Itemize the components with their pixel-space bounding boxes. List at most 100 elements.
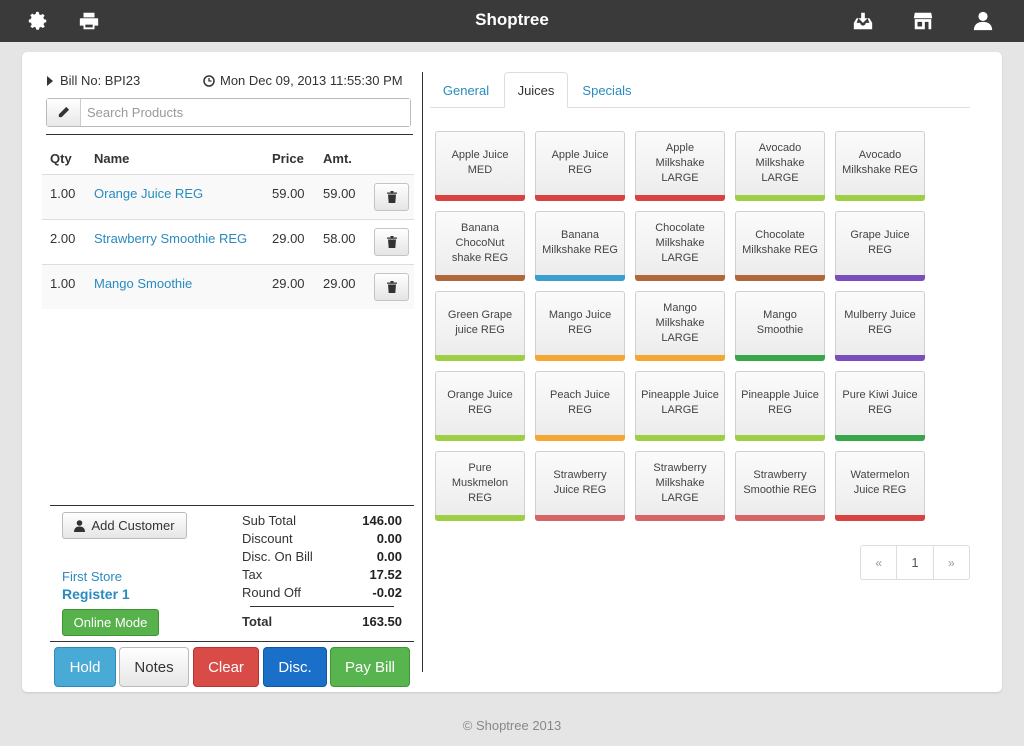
row-name[interactable]: Strawberry Smoothie REG	[94, 231, 247, 246]
product-tile[interactable]: Green Grape juice REG	[435, 291, 525, 361]
register-name[interactable]: Register 1	[62, 586, 130, 602]
search-input[interactable]	[81, 99, 410, 126]
product-label: Watermelon Juice REG	[850, 469, 910, 496]
product-label: Avocado Milkshake LARGE	[755, 141, 805, 184]
discount-button[interactable]: Disc.	[263, 647, 327, 687]
notes-button[interactable]: Notes	[119, 647, 189, 687]
store-icon[interactable]	[911, 9, 935, 33]
product-label: Pure Muskmelon REG	[451, 461, 509, 504]
bill-datetime-text: Mon Dec 09, 2013 11:55:30 PM	[220, 73, 403, 88]
column-header-price: Price	[272, 151, 304, 166]
panel-divider	[422, 72, 423, 672]
top-bar: Shoptree	[0, 0, 1024, 42]
product-label: Apple Juice MED	[451, 149, 509, 176]
delete-row-button[interactable]	[374, 273, 409, 301]
page-number[interactable]: 1	[897, 546, 934, 579]
product-tile[interactable]: Pure Muskmelon REG	[435, 451, 525, 521]
product-label: Apple Juice REG	[551, 149, 609, 176]
product-tile[interactable]: Chocolate Milkshake LARGE	[635, 211, 725, 281]
row-name[interactable]: Orange Juice REG	[94, 186, 203, 201]
product-tile[interactable]: Peach Juice REG	[535, 371, 625, 441]
category-color-bar	[635, 355, 725, 361]
product-tile[interactable]: Strawberry Juice REG	[535, 451, 625, 521]
total-label: Total	[242, 614, 273, 629]
tab-specials[interactable]: Specials	[574, 72, 640, 108]
category-color-bar	[435, 275, 525, 281]
row-name[interactable]: Mango Smoothie	[94, 276, 192, 291]
add-customer-button[interactable]: Add Customer	[62, 512, 187, 539]
product-label: Apple Milkshake LARGE	[655, 141, 705, 184]
search-box	[46, 98, 411, 127]
product-label: Mulberry Juice REG	[844, 309, 916, 336]
product-tile[interactable]: Mango Milkshake LARGE	[635, 291, 725, 361]
product-tile[interactable]: Orange Juice REG	[435, 371, 525, 441]
product-tile[interactable]: Pineapple Juice REG	[735, 371, 825, 441]
pagination: « 1 »	[860, 545, 970, 580]
product-tile[interactable]: Apple Juice REG	[535, 131, 625, 201]
product-tile[interactable]: Watermelon Juice REG	[835, 451, 925, 521]
footer-copyright: © Shoptree 2013	[462, 718, 562, 733]
table-row: 1.00 Mango Smoothie 29.00 29.00	[42, 264, 414, 309]
tab-general[interactable]: General	[434, 72, 498, 108]
product-tile[interactable]: Strawberry Smoothie REG	[735, 451, 825, 521]
category-color-bar	[635, 435, 725, 441]
product-label: Pure Kiwi Juice REG	[842, 389, 918, 416]
online-mode-button[interactable]: Online Mode	[62, 609, 159, 636]
product-tile[interactable]: Chocolate Milkshake REG	[735, 211, 825, 281]
product-label: Peach Juice REG	[550, 389, 610, 416]
sub-total-label: Sub Total	[242, 513, 296, 528]
row-qty: 1.00	[50, 186, 76, 201]
next-page-button[interactable]: »	[934, 546, 969, 579]
row-price: 29.00	[272, 276, 305, 291]
column-header-qty: Qty	[50, 151, 72, 166]
store-name[interactable]: First Store	[62, 569, 122, 584]
user-icon	[74, 519, 86, 532]
bill-number-text: Bill No: BPI23	[60, 73, 141, 88]
trash-icon	[386, 191, 397, 203]
product-tile[interactable]: Mango Juice REG	[535, 291, 625, 361]
product-tile[interactable]: Banana ChocoNut shake REG	[435, 211, 525, 281]
delete-row-button[interactable]	[374, 228, 409, 256]
product-tile[interactable]: Pineapple Juice LARGE	[635, 371, 725, 441]
product-label: Green Grape juice REG	[447, 309, 513, 336]
category-color-bar	[535, 275, 625, 281]
product-label: Orange Juice REG	[447, 389, 513, 416]
user-icon[interactable]	[971, 9, 995, 33]
inbox-download-icon[interactable]	[851, 9, 875, 33]
column-header-amount: Amt.	[323, 151, 352, 166]
round-off-label: Round Off	[242, 585, 302, 600]
product-tile[interactable]: Mango Smoothie	[735, 291, 825, 361]
bill-datetime: Mon Dec 09, 2013 11:55:30 PM	[203, 73, 403, 88]
hold-button[interactable]: Hold	[54, 647, 116, 687]
product-tile[interactable]: Mulberry Juice REG	[835, 291, 925, 361]
divider	[50, 505, 414, 506]
category-color-bar	[635, 195, 725, 201]
product-label: Banana Milkshake REG	[542, 229, 618, 256]
divider	[250, 606, 394, 607]
product-label: Strawberry Milkshake LARGE	[653, 461, 707, 504]
clear-button[interactable]: Clear	[193, 647, 259, 687]
category-color-bar	[835, 515, 925, 521]
total-value: 163.50	[362, 614, 402, 629]
row-amount: 58.00	[323, 231, 356, 246]
product-tile[interactable]: Grape Juice REG	[835, 211, 925, 281]
product-tile[interactable]: Pure Kiwi Juice REG	[835, 371, 925, 441]
tab-juices[interactable]: Juices	[504, 72, 568, 108]
pencil-icon	[58, 106, 70, 118]
disc-on-bill-label: Disc. On Bill	[242, 549, 313, 564]
pay-bill-button[interactable]: Pay Bill	[330, 647, 410, 687]
category-color-bar	[835, 195, 925, 201]
product-tile[interactable]: Banana Milkshake REG	[535, 211, 625, 281]
product-label: Mango Milkshake LARGE	[655, 301, 705, 344]
product-tile[interactable]: Apple Milkshake LARGE	[635, 131, 725, 201]
trash-icon	[386, 281, 397, 293]
product-tile[interactable]: Strawberry Milkshake LARGE	[635, 451, 725, 521]
edit-button[interactable]	[47, 99, 81, 126]
product-tile[interactable]: Avocado Milkshake REG	[835, 131, 925, 201]
prev-page-button[interactable]: «	[861, 546, 898, 579]
delete-row-button[interactable]	[374, 183, 409, 211]
column-header-name: Name	[94, 151, 130, 166]
product-tile[interactable]: Avocado Milkshake LARGE	[735, 131, 825, 201]
row-amount: 29.00	[323, 276, 356, 291]
product-tile[interactable]: Apple Juice MED	[435, 131, 525, 201]
